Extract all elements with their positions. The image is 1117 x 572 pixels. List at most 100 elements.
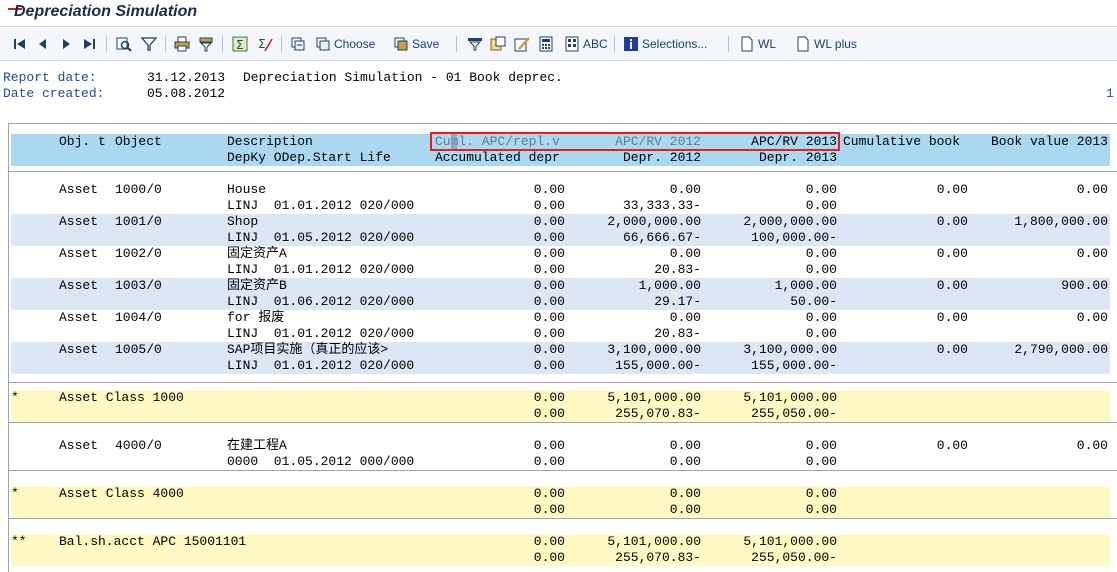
worklist-button[interactable]: WL (739, 35, 776, 53)
toolbar-separator (281, 36, 282, 52)
table-row[interactable]: LINJ 01.01.2012 020/000 0.00 20.83- 0.00 (11, 262, 1110, 278)
col-header-depky[interactable]: DepKy ODep.Start Life (227, 150, 391, 166)
cuml-apc-cell: 0.00 (533, 390, 565, 405)
col-header-depr-2012[interactable]: Depr. 2012 (571, 150, 701, 166)
last-page-button[interactable] (81, 35, 97, 53)
table-row[interactable]: LINJ 01.01.2012 020/000 0.00 155,000.00- 15… (11, 358, 1110, 374)
subtotal-row[interactable]: 0.00 0.00 0.00 (11, 502, 1110, 518)
find-button[interactable] (116, 35, 132, 53)
subtotal-row[interactable]: * Asset Class 4000 0.00 0.00 0.00 (11, 486, 1110, 502)
cumulative-book-cell: 0.00 (936, 310, 968, 325)
cumulative-book-cell: 0.00 (936, 246, 968, 261)
table-row[interactable]: LINJ 01.01.2012 020/000 0.00 33,333.33- 0.0… (11, 198, 1110, 214)
table-row[interactable]: LINJ 01.01.2012 020/000 0.00 20.83- 0.00 (11, 326, 1110, 342)
print-filter-icon (198, 36, 214, 52)
wl-plus-label: WL plus (814, 37, 857, 51)
description-cell: LINJ 01.01.2012 020/000 (227, 262, 415, 277)
print-filter-button[interactable] (198, 35, 214, 53)
table-row[interactable]: 0000 01.05.2012 000/000 0.00 0.00 0.00 (11, 454, 1110, 470)
subtotal-row[interactable]: ** Bal.sh.acct APC 15001101 0.00 5,101,000.… (11, 534, 1110, 550)
next-page-button[interactable] (58, 35, 74, 53)
next-page-icon (58, 36, 74, 52)
cuml-apc-cell: 0.00 (533, 486, 565, 501)
book-value-cell: 2,790,000.00 (1014, 342, 1108, 357)
table-row[interactable]: Asset 4000/0 在建工程A 0.00 0.00 0.00 0.00 0.00 (11, 438, 1110, 454)
worklist-plus-button[interactable]: WL plus (795, 35, 857, 53)
col-header-apc-rv-2012[interactable]: APC/RV 2012 (571, 134, 701, 150)
table-row[interactable]: Asset 1000/0 House 0.00 0.00 0.00 0.00 0.00 (11, 182, 1110, 198)
save-button[interactable]: Save (393, 35, 439, 53)
col-header-object[interactable]: Object (115, 134, 162, 150)
apc-rv-2012-cell: 0.00 (669, 246, 701, 261)
apc-rv-2012-cell: 155,000.00- (615, 358, 701, 373)
previous-page-icon (35, 36, 51, 52)
group-separator (9, 518, 1117, 519)
printer-icon (174, 36, 190, 52)
apc-rv-2012-cell: 0.00 (669, 182, 701, 197)
subtotal-button[interactable]: Σ (257, 35, 273, 53)
col-header-depr-2013[interactable]: Depr. 2013 (707, 150, 837, 166)
subtotal-row[interactable]: * Asset Class 1000 0.00 5,101,000.00 5,101,0… (11, 390, 1110, 406)
table-row[interactable]: Asset 1001/0 Shop 0.00 2,000,000.00 2,000,000… (11, 214, 1110, 230)
toolbar-separator (456, 36, 457, 52)
wl-label: WL (758, 37, 776, 51)
cuml-apc-cell: 0.00 (533, 550, 565, 565)
apc-rv-2013-cell: 0.00 (805, 438, 837, 453)
cumulative-book-cell: 0.00 (936, 182, 968, 197)
table-row[interactable]: LINJ 01.06.2012 020/000 0.00 29.17- 50.00- (11, 294, 1110, 310)
filter-button[interactable] (141, 35, 157, 53)
cuml-apc-cell: 0.00 (533, 326, 565, 341)
apc-rv-2013-cell: 155,000.00- (751, 358, 837, 373)
object-cell: 4000/0 (115, 438, 162, 453)
apc-rv-2012-cell: 0.00 (669, 310, 701, 325)
obj-type-cell: Asset (59, 438, 99, 453)
table-row[interactable]: LINJ 01.05.2012 020/000 0.00 66,666.67- 100… (11, 230, 1110, 246)
calculator-button[interactable] (538, 35, 554, 53)
document-icon (795, 36, 811, 52)
total-button[interactable]: Σ (232, 35, 248, 53)
svg-text:Σ: Σ (258, 37, 266, 51)
layout-button[interactable] (467, 35, 483, 53)
print-button[interactable] (174, 35, 190, 53)
subtotal-label: Asset Class 4000 (59, 486, 184, 501)
apc-rv-2013-cell: 5,101,000.00 (743, 390, 837, 405)
selections-button[interactable]: Selections... (623, 35, 707, 53)
apc-rv-2012-cell: 2,000,000.00 (607, 214, 701, 229)
col-header-description[interactable]: Description (227, 134, 313, 150)
cumulative-book-cell: 0.00 (936, 214, 968, 229)
total-marker: * (11, 486, 19, 501)
col-header-cumulative-book[interactable]: Cumulative book (843, 134, 960, 150)
toolbar-separator (222, 36, 223, 52)
table-row[interactable]: Asset 1003/0 固定资产B 0.00 1,000.00 1,000.00 0.00… (11, 278, 1110, 294)
group-separator (9, 470, 1117, 471)
description-cell: for 报废 (227, 310, 285, 325)
edit-button[interactable] (514, 35, 530, 53)
cuml-apc-cell: 0.00 (533, 454, 565, 469)
table-row[interactable]: Asset 1002/0 固定资产A 0.00 0.00 0.00 0.00 0.00 (11, 246, 1110, 262)
col-header-obj-type[interactable]: Obj. t (59, 134, 106, 150)
previous-page-button[interactable] (35, 35, 51, 53)
toolbar-separator (614, 36, 615, 52)
cuml-apc-cell: 0.00 (533, 246, 565, 261)
col-header-book-value-2013[interactable]: Book value 2013 (971, 134, 1108, 150)
table-row[interactable]: Asset 1004/0 for 报废 0.00 0.00 0.00 0.00 0.00 (11, 310, 1110, 326)
choose-button[interactable]: Choose (315, 35, 375, 53)
subtotal-row[interactable]: 0.00 255,070.83- 255,050.00- (11, 550, 1110, 566)
cuml-apc-cell: 0.00 (533, 406, 565, 421)
apc-rv-2012-cell: 1,000.00 (638, 278, 701, 293)
apc-rv-2013-cell: 0.00 (805, 502, 837, 517)
object-cell: 1003/0 (115, 278, 162, 293)
cuml-apc-cell: 0.00 (533, 230, 565, 245)
details-icon (290, 36, 306, 52)
col-header-apc-rv-2013[interactable]: APC/RV 2013 (707, 134, 837, 150)
col-header-accumulated-depr[interactable]: Accumulated depr (435, 150, 560, 166)
first-page-button[interactable] (12, 35, 28, 53)
choose-label: Choose (334, 37, 376, 51)
subtotal-row[interactable]: 0.00 255,070.83- 255,050.00- (11, 406, 1110, 422)
table-row[interactable]: Asset 1005/0 SAP项目实施（真正的应该> 0.00 3,100,000.0… (11, 342, 1110, 358)
apc-rv-2012-cell: 255,070.83- (615, 550, 701, 565)
details-button[interactable] (290, 35, 306, 53)
abc-analysis-button[interactable]: ABC (564, 35, 608, 53)
page-number: 1 (1106, 86, 1114, 101)
export-button[interactable] (490, 35, 506, 53)
